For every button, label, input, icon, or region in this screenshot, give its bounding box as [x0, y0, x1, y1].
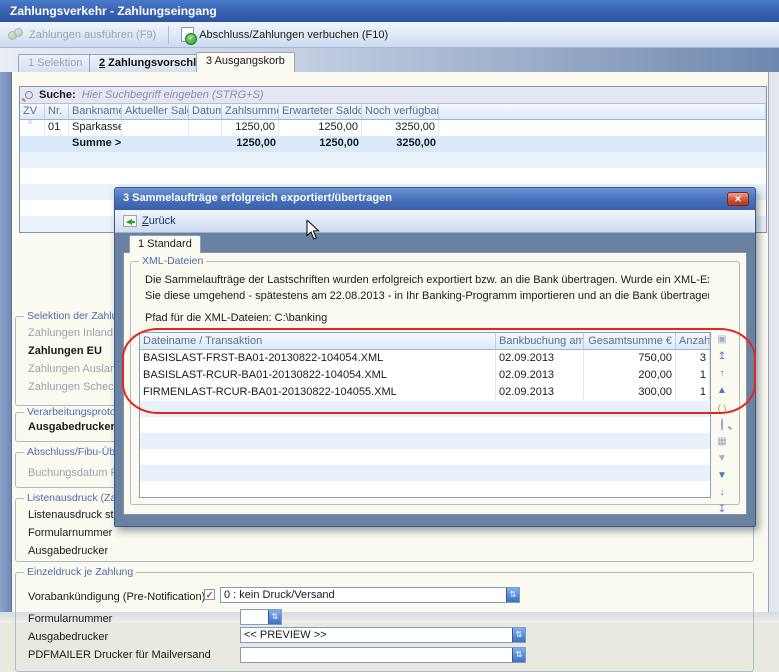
dialog-titlebar: 3 Sammelaufträge erfolgreich exportiert/… — [115, 188, 755, 210]
pdfmailer-select[interactable]: ⇅ — [240, 647, 526, 663]
file-table-row[interactable]: FIRMENLAST-RCUR-BA01-20130822-104055.XML… — [140, 384, 710, 401]
label-vorabankuendigung: Vorabankündigung (Pre-Notification) — [28, 591, 205, 603]
label-buchungsdatum-fibu: Buchungsdatum Fib — [28, 467, 126, 479]
spinner-arrows-icon[interactable]: ⇅ — [268, 610, 281, 624]
label-formularnummer-1: Formularnummer — [28, 527, 112, 539]
document-check-icon — [181, 27, 194, 42]
bank-sum-row: Summe > 1250,00 1250,00 3250,00 — [20, 136, 766, 152]
bank-table-header: ZV Nr. Bankname Aktueller Saldo € Datum … — [20, 104, 766, 120]
label-ausgabedrucker-3: Ausgabedrucker — [28, 631, 108, 643]
toolbar-separator — [168, 26, 169, 44]
message-line-1: Die Sammelaufträge der Lastschriften wur… — [145, 274, 709, 286]
label-formularnummer-2: Formularnummer — [28, 613, 112, 625]
scroll-top-icon[interactable]: ↥ — [713, 349, 731, 366]
label-zahlungen-eu: Zahlungen EU — [28, 345, 102, 357]
window-right-border — [768, 72, 779, 612]
spinner-arrows-icon[interactable]: ⇅ — [512, 648, 525, 662]
dialog-toolbar: Zurück — [115, 210, 755, 233]
search-label: Suche: — [39, 89, 76, 101]
file-table-header: Dateiname / Transaktion Bankbuchung am G… — [140, 333, 710, 350]
xml-dateien-groupbox: XML-Dateien Die Sammelaufträge der Lasts… — [130, 261, 740, 505]
druck-versand-select[interactable]: 0 : kein Druck/Versand ⇅ — [220, 587, 520, 603]
label-zahlungen-ausland: Zahlungen Ausland — [28, 363, 122, 375]
coins-icon — [8, 28, 24, 42]
brackets-icon[interactable]: ( ) — [713, 400, 731, 417]
back-button[interactable]: Zurück — [142, 215, 176, 227]
label-ausgabedrucker-1: Ausgabedrucker — [28, 421, 115, 433]
tab-selektion[interactable]: 1 Selektion — [18, 54, 92, 72]
ausgabedrucker-select[interactable]: << PREVIEW >> ⇅ — [240, 627, 526, 643]
xml-path-line: Pfad für die XML-Dateien: C:\banking — [145, 312, 709, 324]
page-up-icon[interactable]: ▲ — [713, 383, 731, 400]
window-left-border — [0, 72, 11, 612]
search-bar[interactable]: Suche: Hier Suchbegriff eingeben (STRG+S… — [20, 87, 766, 104]
back-arrow-icon — [123, 215, 137, 227]
window-title: Zahlungsverkehr - Zahlungseingang — [0, 0, 779, 22]
book-payments-button[interactable]: Abschluss/Zahlungen verbuchen (F10) — [173, 24, 396, 46]
search-icon[interactable] — [713, 417, 731, 434]
execute-payments-button[interactable]: Zahlungen ausführen (F9) — [0, 24, 164, 46]
label-zahlungen-schecke: Zahlungen Schecke — [28, 381, 125, 393]
search-icon — [25, 91, 33, 99]
page-down-icon[interactable]: ▼ — [713, 468, 731, 485]
label-ausgabedrucker-2: Ausgabedrucker — [28, 545, 108, 557]
label-listenausdruck-starten: Listenausdruck start — [28, 509, 126, 521]
move-up-icon[interactable]: ↑ — [713, 366, 731, 383]
copy-icon[interactable]: ▣ — [713, 332, 731, 349]
label-zahlungen-inland: Zahlungen Inland — [28, 327, 113, 339]
tab-standard[interactable]: 1 Standard — [129, 235, 201, 253]
group-einzeldruck: Einzeldruck je Zahlung Vorabankündigung … — [15, 572, 754, 672]
dropdown-arrow-icon[interactable]: ⇅ — [506, 588, 519, 602]
pre-notification-checkbox[interactable]: ✓ — [204, 589, 215, 600]
scroll-bottom-icon[interactable]: ↧ — [713, 502, 731, 519]
file-table-row[interactable]: BASISLAST-FRST-BA01-20130822-104054.XML … — [140, 350, 710, 367]
export-icon[interactable]: ▦ — [713, 434, 731, 451]
export-result-dialog: 3 Sammelaufträge erfolgreich exportiert/… — [114, 187, 756, 527]
bank-row-sparkasse[interactable]: 01 Sparkasse 1250,00 1250,00 3250,00 — [20, 120, 766, 136]
main-toolbar: Zahlungen ausführen (F9) Abschluss/Zahlu… — [0, 22, 779, 48]
book-payments-label: Abschluss/Zahlungen verbuchen (F10) — [199, 29, 388, 41]
label-pdfmailer: PDFMAILER Drucker für Mailversand — [28, 649, 211, 661]
tab-ausgangskorb[interactable]: 3 Ausgangskorb — [196, 52, 295, 72]
grid-nav-strip: ▣ ↥ ↑ ▲ ( ) ▦ ▼ ▼ ↓ ↧ — [713, 332, 731, 519]
file-table: Dateiname / Transaktion Bankbuchung am G… — [139, 332, 711, 498]
filter-icon[interactable]: ▼ — [713, 451, 731, 468]
tab-strip: 1 Selektion 2 Zahlungsvorschlag 3 Ausgan… — [0, 48, 779, 72]
search-input[interactable]: Hier Suchbegriff eingeben (STRG+S) — [82, 89, 264, 101]
message-line-2: Sie diese umgehend - spätestens am 22.08… — [145, 290, 709, 302]
file-table-row[interactable]: BASISLAST-RCUR-BA01-20130822-104054.XML … — [140, 367, 710, 384]
spinner-arrows-icon[interactable]: ⇅ — [512, 628, 525, 642]
close-icon[interactable]: ✕ — [727, 192, 749, 206]
file-table-empty-rows — [140, 401, 710, 497]
move-down-icon[interactable]: ↓ — [713, 485, 731, 502]
execute-payments-label: Zahlungen ausführen (F9) — [29, 29, 156, 41]
dialog-panel: XML-Dateien Die Sammelaufträge der Lasts… — [123, 252, 747, 515]
